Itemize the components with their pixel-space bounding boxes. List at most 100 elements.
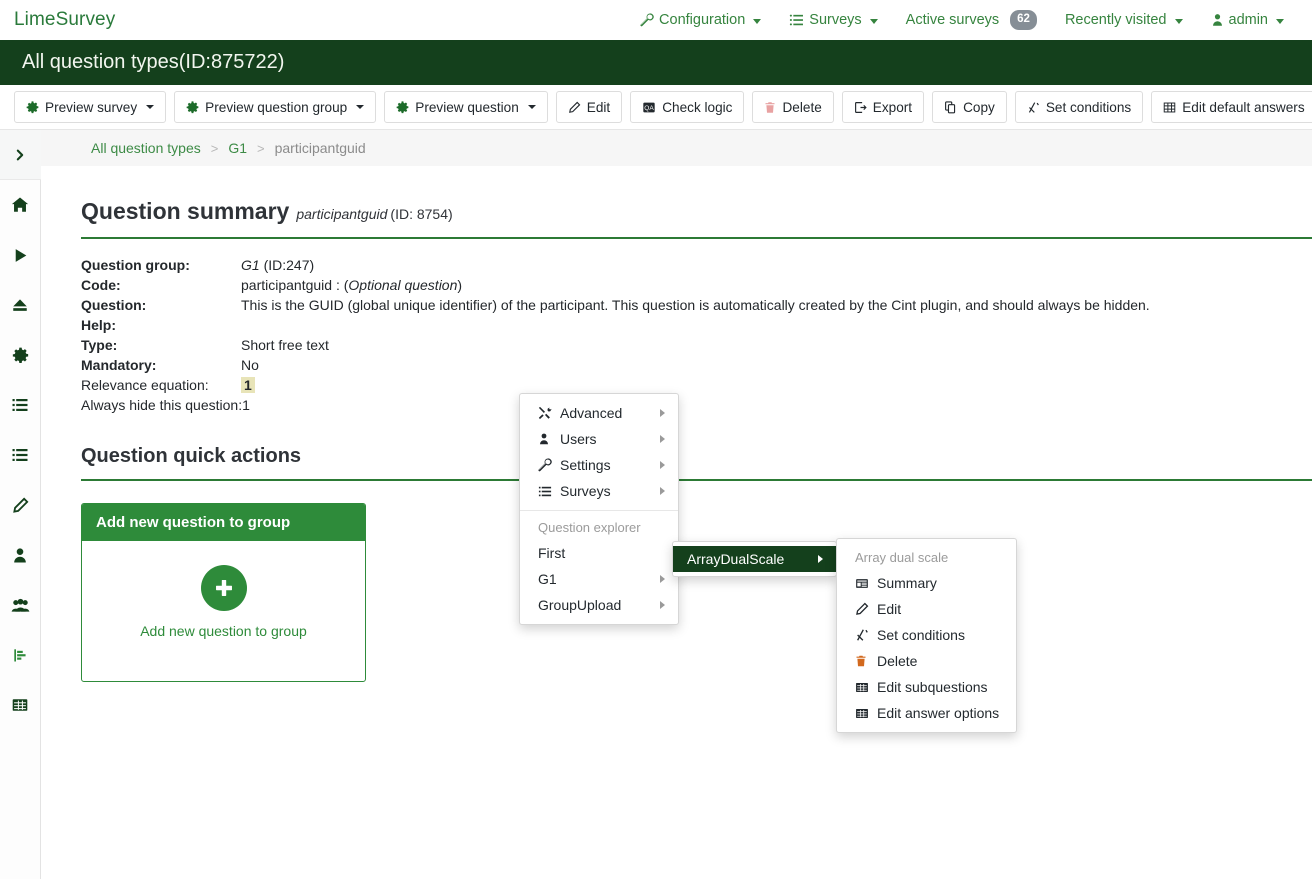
menu-item-surveys[interactable]: Surveys	[520, 478, 678, 504]
context-menu-main: Advanced Users Settings Surveys Question…	[519, 393, 679, 625]
set-conditions-button[interactable]: Set conditions	[1014, 91, 1144, 123]
top-navigation-bar: LimeSurvey Configuration Surveys Active …	[0, 0, 1312, 40]
copy-icon	[944, 100, 957, 114]
wrench-icon	[538, 458, 560, 472]
nav-label: Recently visited	[1064, 12, 1167, 28]
pencil-icon	[12, 497, 29, 514]
breadcrumb-item-group[interactable]: G1	[228, 140, 247, 156]
relevance-value-highlight: 1	[241, 377, 255, 393]
tools-icon	[538, 406, 560, 420]
nav-label: Configuration	[659, 12, 746, 28]
menu-item-label: First	[538, 545, 566, 561]
list-icon	[789, 13, 804, 27]
sidebar-item-statistics[interactable]	[0, 630, 41, 680]
sidebar-item-participants[interactable]	[0, 530, 41, 580]
nav-item-configuration[interactable]: Configuration	[626, 12, 775, 28]
delete-button[interactable]: Delete	[752, 91, 834, 123]
row-value: participantguid : (Optional question)	[241, 275, 462, 295]
menu-item-edit[interactable]: Edit	[837, 596, 1016, 622]
edit-default-answers-button[interactable]: Edit default answers	[1151, 91, 1312, 123]
user-icon	[538, 432, 560, 446]
eject-icon	[11, 296, 29, 314]
summary-row-question: Question: This is the GUID (global uniqu…	[81, 295, 1312, 315]
row-label: Code:	[81, 277, 121, 293]
menu-item-label: G1	[538, 571, 557, 587]
button-label: Copy	[963, 99, 995, 115]
summary-row-relevance-equation: Relevance equation: 1	[81, 375, 1312, 395]
sidebar-item-eject[interactable]	[0, 280, 41, 330]
breadcrumb-item-survey[interactable]: All question types	[91, 140, 201, 156]
menu-item-summary[interactable]: Summary	[837, 570, 1016, 596]
row-label: Always hide this question:1	[81, 397, 250, 413]
sidebar-item-settings[interactable]	[0, 330, 41, 380]
group-id: (ID:247)	[263, 257, 315, 273]
question-code: participantguid	[296, 206, 388, 222]
menu-item-advanced[interactable]: Advanced	[520, 400, 678, 426]
svg-text:QA: QA	[645, 105, 655, 112]
sidebar-item-edit[interactable]	[0, 480, 41, 530]
menu-item-settings[interactable]: Settings	[520, 452, 678, 478]
sidebar-item-users[interactable]	[0, 580, 41, 630]
breadcrumb-separator: >	[257, 140, 265, 156]
menu-item-first[interactable]: First	[520, 540, 678, 566]
menu-item-arraydualscale[interactable]: ArrayDualScale	[673, 546, 836, 572]
export-button[interactable]: Export	[841, 91, 925, 123]
conditions-icon	[855, 628, 877, 642]
menu-item-label: Edit	[877, 601, 902, 617]
edit-button[interactable]: Edit	[555, 91, 623, 123]
check-logic-button[interactable]: QA Check logic	[630, 91, 745, 123]
gear-icon	[26, 100, 39, 114]
menu-item-edit-answer-options[interactable]: Edit answer options	[837, 700, 1016, 726]
menu-item-label: Summary	[877, 575, 937, 591]
nav-item-admin-user[interactable]: admin	[1197, 12, 1299, 28]
sidebar-item-home[interactable]	[0, 180, 41, 230]
add-new-question-to-group-button[interactable]: Add new question to group	[82, 541, 365, 681]
gear-icon	[12, 347, 29, 364]
app-logo[interactable]: LimeSurvey	[14, 9, 115, 31]
chevron-down-icon	[356, 105, 365, 109]
button-label: Check logic	[662, 99, 733, 115]
question-summary-table: Question group: G1 (ID:247) Code: partic…	[81, 255, 1312, 415]
nav-item-recently-visited[interactable]: Recently visited	[1051, 12, 1197, 28]
top-nav-items: Configuration Surveys Active surveys 62 …	[626, 10, 1298, 30]
row-label: Help:	[81, 317, 116, 333]
menu-item-groupupload[interactable]: GroupUpload	[520, 592, 678, 618]
row-value: G1 (ID:247)	[241, 255, 314, 275]
sidebar-toggle-button[interactable]	[0, 130, 41, 180]
nav-item-surveys[interactable]: Surveys	[775, 12, 891, 28]
copy-button[interactable]: Copy	[932, 91, 1007, 123]
menu-divider	[520, 510, 678, 511]
menu-item-set-conditions[interactable]: Set conditions	[837, 622, 1016, 648]
left-sidebar	[0, 130, 41, 879]
row-value: 1	[241, 375, 255, 395]
list-icon	[538, 485, 560, 498]
summary-row-type: Type: Short free text	[81, 335, 1312, 355]
chevron-right-icon	[660, 409, 665, 417]
menu-item-users[interactable]: Users	[520, 426, 678, 452]
gear-icon	[186, 100, 199, 114]
button-label: Preview question group	[205, 99, 348, 115]
action-toolbar: Preview survey Preview question group Pr…	[0, 85, 1312, 130]
sidebar-item-responses[interactable]	[0, 680, 41, 730]
add-question-card: Add new question to group Add new questi…	[81, 503, 366, 682]
preview-question-button[interactable]: Preview question	[384, 91, 548, 123]
statistics-icon	[13, 648, 28, 663]
pencil-icon	[855, 602, 877, 616]
export-icon	[854, 101, 867, 114]
sidebar-item-structure[interactable]	[0, 380, 41, 430]
menu-item-edit-subquestions[interactable]: Edit subquestions	[837, 674, 1016, 700]
sidebar-item-run[interactable]	[0, 230, 41, 280]
sidebar-item-questions[interactable]	[0, 430, 41, 480]
preview-survey-button[interactable]: Preview survey	[14, 91, 167, 123]
section-divider	[81, 237, 1312, 239]
row-label: Relevance equation:	[81, 377, 209, 393]
nav-item-active-surveys[interactable]: Active surveys 62	[892, 10, 1051, 30]
wrench-icon	[640, 13, 654, 27]
optional-flag: Optional question	[348, 277, 458, 293]
pencil-icon	[568, 101, 581, 114]
menu-item-g1[interactable]: G1	[520, 566, 678, 592]
menu-item-delete[interactable]: Delete	[837, 648, 1016, 674]
preview-question-group-button[interactable]: Preview question group	[174, 91, 377, 123]
chevron-down-icon	[753, 18, 762, 24]
menu-section-header-array-dual-scale: Array dual scale	[855, 550, 949, 565]
